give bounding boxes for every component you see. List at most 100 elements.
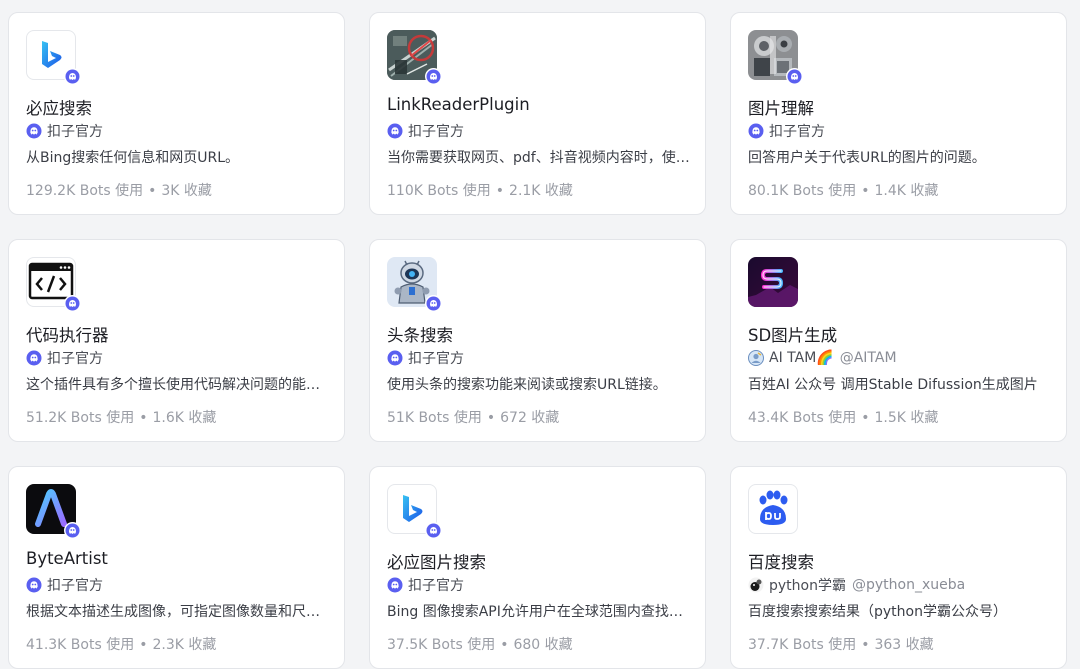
- author-name: 扣子官方: [47, 124, 103, 140]
- bots-usage-count: 43.4K Bots 使用: [748, 410, 857, 426]
- author-name: python学霸: [769, 578, 846, 594]
- official-author-icon: [26, 123, 42, 139]
- favorites-count: 680 收藏: [513, 637, 573, 653]
- plugin-title: SD图片生成: [748, 326, 838, 345]
- plugin-stats: 37.5K Bots 使用 • 680 收藏: [387, 634, 573, 654]
- plugin-description: 当你需要获取网页、pdf、抖音视频内容时，使用此工具。: [387, 150, 690, 166]
- plugin-stats: 41.3K Bots 使用 • 2.3K 收藏: [26, 634, 216, 654]
- author-name: 扣子官方: [408, 351, 464, 367]
- plugin-author: AI TAM🌈 @AITAM: [748, 349, 897, 367]
- plugin-author: python学霸 @python_xueba: [748, 576, 965, 594]
- plugin-stats: 51K Bots 使用 • 672 收藏: [387, 407, 559, 427]
- author-name: AI TAM🌈: [769, 350, 834, 366]
- plugin-card-bing-search[interactable]: 必应搜索 扣子官方 从Bing搜索任何信息和网页URL。 129.2K Bots…: [8, 12, 345, 215]
- stats-separator: •: [500, 637, 509, 653]
- plugin-author: 扣子官方: [387, 576, 464, 594]
- user-avatar-icon: [748, 350, 764, 366]
- official-badge-icon: [786, 68, 803, 85]
- plugin-author: 扣子官方: [26, 349, 103, 367]
- plugin-icon-wrapper: [26, 30, 81, 85]
- favorites-count: 672 收藏: [500, 410, 560, 426]
- plugin-icon-wrapper: [387, 257, 442, 312]
- plugin-description: 根据文本描述生成图像，可指定图像数量和尺寸。: [26, 604, 329, 620]
- favorites-count: 2.1K 收藏: [509, 183, 573, 199]
- plugin-card-baidu-search[interactable]: 百度搜索 python学霸 @python_xueba 百度搜索搜索结果（pyt…: [730, 466, 1067, 669]
- author-name: 扣子官方: [408, 578, 464, 594]
- user-avatar-icon: [748, 577, 764, 593]
- plugin-title: 必应搜索: [26, 99, 92, 118]
- bots-usage-count: 41.3K Bots 使用: [26, 637, 135, 653]
- official-badge-icon: [64, 295, 81, 312]
- bots-usage-count: 129.2K Bots 使用: [26, 183, 144, 199]
- plugin-card-linkreader[interactable]: LinkReaderPlugin 扣子官方 当你需要获取网页、pdf、抖音视频内…: [369, 12, 706, 215]
- favorites-count: 1.5K 收藏: [874, 410, 939, 426]
- bots-usage-count: 37.5K Bots 使用: [387, 637, 496, 653]
- plugin-stats: 80.1K Bots 使用 • 1.4K 收藏: [748, 180, 938, 200]
- bots-usage-count: 110K Bots 使用: [387, 183, 491, 199]
- author-name: 扣子官方: [47, 578, 103, 594]
- favorites-count: 2.3K 收藏: [152, 637, 217, 653]
- bots-usage-count: 51K Bots 使用: [387, 410, 482, 426]
- plugin-icon-wrapper: [26, 257, 81, 312]
- plugin-card-toutiao-search[interactable]: 头条搜索 扣子官方 使用头条的搜索功能来阅读或搜索URL链接。 51K Bots…: [369, 239, 706, 442]
- plugin-title: 百度搜索: [748, 553, 814, 572]
- plugin-card-image-understanding[interactable]: 图片理解 扣子官方 回答用户关于代表URL的图片的问题。 80.1K Bots …: [730, 12, 1067, 215]
- plugin-author: 扣子官方: [387, 349, 464, 367]
- favorites-count: 363 收藏: [874, 637, 934, 653]
- plugin-icon-wrapper: [387, 30, 442, 85]
- favorites-count: 1.4K 收藏: [874, 183, 939, 199]
- plugin-title: 头条搜索: [387, 326, 453, 345]
- stats-separator: •: [861, 410, 870, 426]
- plugin-title: LinkReaderPlugin: [387, 95, 530, 114]
- plugin-description: Bing 图像搜索API允许用户在全球范围内查找高质量的图片。: [387, 604, 690, 620]
- stats-separator: •: [139, 637, 148, 653]
- plugin-description: 百姓AI 公众号 调用Stable Difussion生成图片: [748, 377, 1038, 393]
- official-badge-icon: [425, 522, 442, 539]
- stats-separator: •: [861, 637, 870, 653]
- plugin-card-bing-image-search[interactable]: 必应图片搜索 扣子官方 Bing 图像搜索API允许用户在全球范围内查找高质量的…: [369, 466, 706, 669]
- official-author-icon: [387, 350, 403, 366]
- author-name: 扣子官方: [47, 351, 103, 367]
- plugin-stats: 51.2K Bots 使用 • 1.6K 收藏: [26, 407, 216, 427]
- official-author-icon: [748, 123, 764, 139]
- plugin-stats: 110K Bots 使用 • 2.1K 收藏: [387, 180, 573, 200]
- author-name: 扣子官方: [769, 124, 825, 140]
- stats-separator: •: [139, 410, 148, 426]
- plugin-icon-wrapper: [748, 484, 800, 536]
- favorites-count: 3K 收藏: [161, 183, 212, 199]
- author-handle[interactable]: @AITAM: [840, 350, 897, 366]
- plugin-title: 图片理解: [748, 99, 814, 118]
- plugin-icon-wrapper: [387, 484, 442, 539]
- plugin-icon-wrapper: [748, 257, 800, 309]
- plugin-description: 百度搜索搜索结果（python学霸公众号）: [748, 604, 1007, 620]
- plugin-description: 使用头条的搜索功能来阅读或搜索URL链接。: [387, 377, 667, 393]
- plugin-icon-wrapper: [748, 30, 803, 85]
- plugin-author: 扣子官方: [26, 122, 103, 140]
- official-author-icon: [26, 350, 42, 366]
- plugin-author: 扣子官方: [748, 122, 825, 140]
- author-name: 扣子官方: [408, 124, 464, 140]
- stats-separator: •: [486, 410, 496, 426]
- plugin-title: 代码执行器: [26, 326, 109, 345]
- plugin-description: 回答用户关于代表URL的图片的问题。: [748, 150, 986, 166]
- plugin-stats: 43.4K Bots 使用 • 1.5K 收藏: [748, 407, 938, 427]
- plugin-card-sd-image-generation[interactable]: SD图片生成 AI TAM🌈 @AITAM 百姓AI 公众号 调用Stable …: [730, 239, 1067, 442]
- bots-usage-count: 37.7K Bots 使用: [748, 637, 857, 653]
- official-author-icon: [26, 577, 42, 593]
- official-badge-icon: [425, 295, 442, 312]
- author-handle[interactable]: @python_xueba: [852, 577, 965, 593]
- bots-usage-count: 51.2K Bots 使用: [26, 410, 135, 426]
- bots-usage-count: 80.1K Bots 使用: [748, 183, 857, 199]
- plugin-grid: 必应搜索 扣子官方 从Bing搜索任何信息和网页URL。 129.2K Bots…: [0, 0, 1080, 669]
- plugin-icon-wrapper: [26, 484, 81, 539]
- plugin-title: 必应图片搜索: [387, 553, 486, 572]
- plugin-author: 扣子官方: [387, 122, 464, 140]
- official-author-icon: [387, 123, 403, 139]
- official-badge-icon: [425, 68, 442, 85]
- favorites-count: 1.6K 收藏: [152, 410, 217, 426]
- plugin-stats: 129.2K Bots 使用 • 3K 收藏: [26, 180, 212, 200]
- plugin-card-code-executor[interactable]: 代码执行器 扣子官方 这个插件具有多个擅长使用代码解决问题的能力。 51.2K …: [8, 239, 345, 442]
- stats-separator: •: [495, 183, 505, 199]
- official-badge-icon: [64, 522, 81, 539]
- plugin-card-byteartist[interactable]: ByteArtist 扣子官方 根据文本描述生成图像，可指定图像数量和尺寸。 4…: [8, 466, 345, 669]
